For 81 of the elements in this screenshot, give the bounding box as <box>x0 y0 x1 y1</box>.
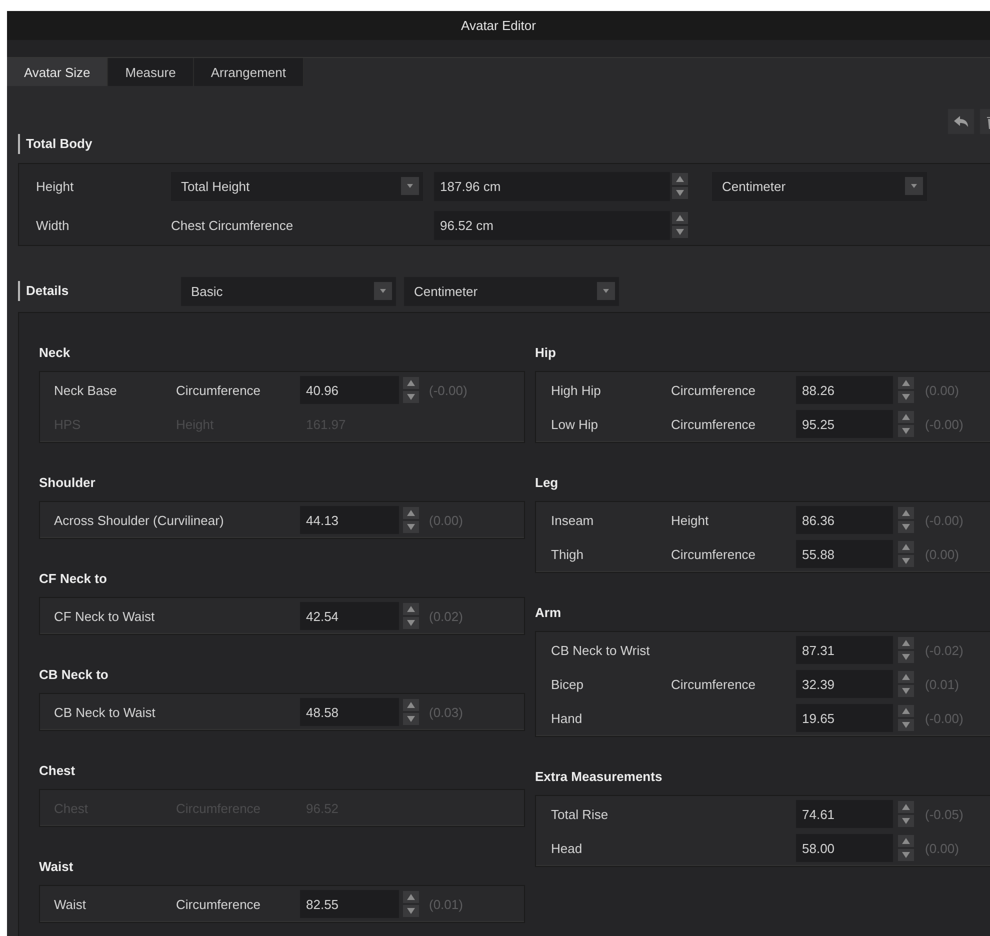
value-field[interactable]: 187.96 cm <box>434 172 670 200</box>
value-field[interactable]: 82.55 <box>300 890 399 918</box>
value-field[interactable]: 55.88 <box>796 540 893 568</box>
measurement-type: Circumference <box>671 416 757 432</box>
preset-dropdown[interactable]: Basic <box>181 276 396 306</box>
group-title: Leg <box>535 474 560 492</box>
spin-button[interactable] <box>896 376 916 404</box>
spin-button[interactable] <box>401 506 421 534</box>
value-field[interactable]: 86.36 <box>796 506 893 534</box>
unit-dropdown[interactable]: Centimeter <box>712 172 927 200</box>
caret-icon <box>374 282 392 300</box>
spin-button[interactable] <box>670 211 690 239</box>
value-field[interactable]: 32.39 <box>796 670 893 698</box>
spin-button[interactable] <box>896 704 916 732</box>
measurement-name: High Hip <box>551 382 602 398</box>
measurement-name: Waist <box>54 896 88 912</box>
measurement-type: Circumference <box>671 676 757 692</box>
group-title: Neck <box>39 344 72 362</box>
value-field[interactable]: 96.52 cm <box>434 210 670 240</box>
spin-button[interactable] <box>896 410 916 438</box>
spin-button[interactable] <box>896 636 916 664</box>
value-field[interactable]: 88.26 <box>796 376 893 404</box>
group-title: CF Neck to <box>39 570 108 588</box>
value-field[interactable]: 44.13 <box>300 506 399 534</box>
undo-button[interactable] <box>948 109 974 134</box>
tab[interactable]: Measure <box>108 58 194 86</box>
measurement-name: Neck Base <box>54 382 118 398</box>
field-label: Width <box>36 218 70 232</box>
caret-icon <box>401 177 419 195</box>
tab[interactable]: Arrangement <box>194 58 304 86</box>
group-title: Waist <box>39 858 74 876</box>
group-title: Hip <box>535 344 557 362</box>
measurement-name: Low Hip <box>551 416 599 432</box>
measurement-name: Total Rise <box>551 806 610 822</box>
value-field[interactable]: 48.58 <box>300 698 399 726</box>
back-arrow-icon <box>953 114 969 128</box>
group-title: Shoulder <box>39 474 96 492</box>
value-field[interactable]: 95.25 <box>796 410 893 438</box>
spin-button[interactable] <box>401 602 421 630</box>
spin-button[interactable] <box>896 670 916 698</box>
measurement-type: Circumference <box>671 382 757 398</box>
spin-button[interactable] <box>670 172 690 200</box>
tab[interactable]: Avatar Size <box>7 58 108 86</box>
measurement-name: CB Neck to Waist <box>54 704 156 720</box>
value-field[interactable]: 87.31 <box>796 636 893 664</box>
value-field[interactable]: 74.61 <box>796 800 893 828</box>
value-field[interactable]: 58.00 <box>796 834 893 862</box>
caret-icon <box>597 282 615 300</box>
spin-button[interactable] <box>401 890 421 918</box>
value-field[interactable]: 19.65 <box>796 704 893 732</box>
group-title: Chest <box>39 762 76 780</box>
window-title: Avatar Editor <box>461 18 536 33</box>
spin-button[interactable] <box>896 506 916 534</box>
measurement-name: CF Neck to Waist <box>54 608 156 624</box>
measurement-name: CB Neck to Wrist <box>551 642 651 658</box>
measure-dropdown[interactable]: Total Height <box>171 172 423 200</box>
measure-label: Chest Circumference <box>171 218 294 232</box>
section-title: Total Body <box>18 134 990 154</box>
spin-button[interactable] <box>896 800 916 828</box>
measurement-type: Height <box>671 512 710 528</box>
measurement-name: Across Shoulder (Curvilinear) <box>54 512 225 528</box>
spin-button[interactable] <box>401 698 421 726</box>
measurement-name: Inseam <box>551 512 595 528</box>
field-label: Height <box>36 178 75 194</box>
spin-button[interactable] <box>896 540 916 568</box>
measurement-type: Circumference <box>176 896 262 912</box>
value-field[interactable]: 40.96 <box>300 376 399 404</box>
value-field[interactable]: 42.54 <box>300 602 399 630</box>
spin-button[interactable] <box>896 834 916 862</box>
group-title: Arm <box>535 604 562 622</box>
measurement-name: Hand <box>551 710 584 726</box>
caret-icon <box>905 177 923 195</box>
spin-button[interactable] <box>401 376 421 404</box>
measurement-type: Circumference <box>176 382 262 398</box>
unit-dropdown[interactable]: Centimeter <box>404 276 619 306</box>
measurement-name: Head <box>551 840 584 856</box>
group-title: Extra Measurements <box>535 768 664 786</box>
measurement-name: Thigh <box>551 546 585 562</box>
group-title: CB Neck to <box>39 666 110 684</box>
measurement-name: Bicep <box>551 676 585 692</box>
measurement-type: Circumference <box>671 546 757 562</box>
